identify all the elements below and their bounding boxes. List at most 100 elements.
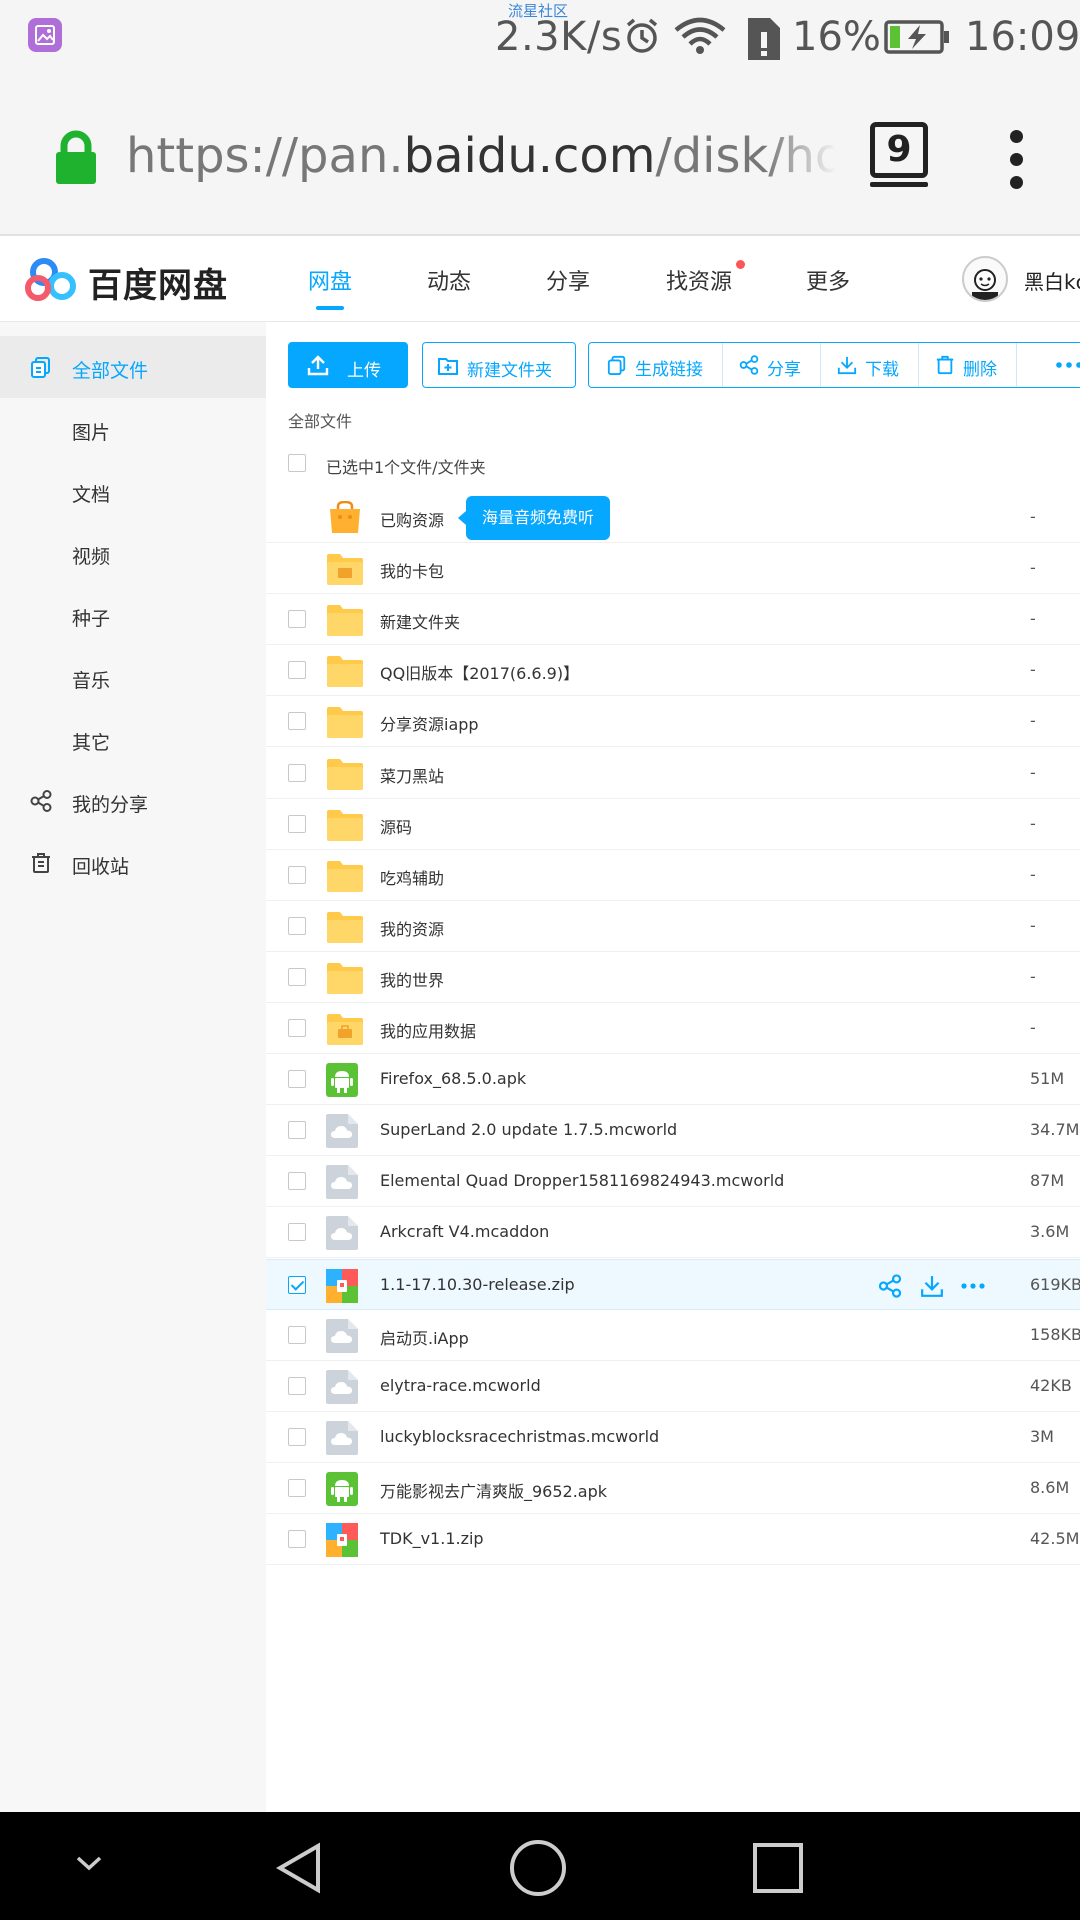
file-name[interactable]: elytra-race.mcworld [380,1376,541,1395]
browser-menu-button[interactable] [1006,130,1026,190]
row-checkbox[interactable] [288,1530,306,1548]
promo-tooltip[interactable]: 海量音频免费听 [457,496,611,540]
delete-button[interactable]: 删除 [919,343,1017,387]
home-icon[interactable] [508,1838,568,1898]
table-row[interactable]: 菜刀黑站 - [266,748,1080,799]
table-row[interactable]: 我的卡包 - [266,543,1080,594]
table-row[interactable]: Firefox_68.5.0.apk 51M [266,1054,1080,1105]
share-icon[interactable] [878,1274,902,1298]
sidebar-item-torrents[interactable]: 种子 [0,584,266,646]
sidebar-item-videos[interactable]: 视频 [0,522,266,584]
file-name[interactable]: Elemental Quad Dropper1581169824943.mcwo… [380,1171,784,1190]
table-row[interactable]: 分享资源iapp - [266,696,1080,747]
username[interactable]: 黑白kc [1024,266,1080,295]
download-button[interactable]: 下载 [821,343,919,387]
table-row[interactable]: 我的应用数据 - [266,1003,1080,1054]
row-checkbox[interactable] [288,1326,306,1344]
tab-switcher-button[interactable]: 9 [870,122,928,187]
row-checkbox[interactable] [288,764,306,782]
file-name[interactable]: 1.1-17.10.30-release.zip [380,1275,575,1294]
sidebar-item-images[interactable]: 图片 [0,398,266,460]
file-name[interactable]: 吃鸡辅助 [380,865,444,889]
file-name[interactable]: 分享资源iapp [380,711,479,735]
table-row[interactable]: TDK_v1.1.zip 42.5M [266,1514,1080,1565]
upload-button[interactable]: 上传 [288,342,408,388]
file-name[interactable]: 我的应用数据 [380,1018,476,1042]
row-checkbox[interactable] [288,1223,306,1241]
table-row[interactable]: 我的资源 - [266,901,1080,952]
chevron-down-icon[interactable] [74,1852,104,1874]
avatar[interactable] [962,256,1008,302]
baidu-netdisk-logo-icon[interactable] [24,256,80,304]
nav-tab-activity[interactable]: 动态 [427,264,471,296]
file-name[interactable]: Arkcraft V4.mcaddon [380,1222,549,1241]
share-button[interactable]: 分享 [723,343,821,387]
table-row[interactable]: Elemental Quad Dropper1581169824943.mcwo… [266,1156,1080,1207]
row-checkbox[interactable] [288,1070,306,1088]
row-checkbox[interactable] [288,1428,306,1446]
sidebar-item-documents[interactable]: 文档 [0,460,266,522]
nav-tab-share[interactable]: 分享 [546,264,590,296]
url-field[interactable]: https://pan.baidu.com/disk/home [126,128,836,188]
file-name[interactable]: Firefox_68.5.0.apk [380,1069,526,1088]
row-checkbox[interactable] [288,1377,306,1395]
sidebar-item-music[interactable]: 音乐 [0,646,266,708]
file-name[interactable]: 源码 [380,814,412,838]
table-row[interactable]: 启动页.iApp 158KB [266,1310,1080,1361]
sidebar-item-recycle-bin[interactable]: 回收站 [0,832,266,894]
file-name[interactable]: 菜刀黑站 [380,763,444,787]
table-row[interactable]: 已购资源 - 海量音频免费听 [266,492,1080,543]
row-checkbox[interactable] [288,1276,306,1294]
file-name[interactable]: 已购资源 [380,507,444,531]
table-row[interactable]: 1.1-17.10.30-release.zip 619KB [266,1259,1080,1310]
file-name[interactable]: 新建文件夹 [380,609,460,633]
table-row[interactable]: 我的世界 - [266,952,1080,1003]
row-checkbox[interactable] [288,661,306,679]
file-size: - [1030,916,1036,935]
table-row[interactable]: elytra-race.mcworld 42KB [266,1361,1080,1412]
row-checkbox[interactable] [288,1172,306,1190]
sidebar-item-other[interactable]: 其它 [0,708,266,770]
row-checkbox[interactable] [288,712,306,730]
row-checkbox[interactable] [288,1121,306,1139]
file-name[interactable]: 我的世界 [380,967,444,991]
row-checkbox[interactable] [288,917,306,935]
row-checkbox[interactable] [288,1479,306,1497]
row-checkbox[interactable] [288,610,306,628]
back-icon[interactable] [272,1840,328,1896]
more-dots-icon[interactable] [960,1274,986,1298]
file-name[interactable]: 我的卡包 [380,558,444,582]
row-checkbox[interactable] [288,1019,306,1037]
selection-actions-group: 生成链接 分享 下载 删除 [588,342,1080,388]
table-row[interactable]: 新建文件夹 - [266,594,1080,645]
file-name[interactable]: SuperLand 2.0 update 1.7.5.mcworld [380,1120,677,1139]
table-row[interactable]: 吃鸡辅助 - [266,850,1080,901]
table-row[interactable]: Arkcraft V4.mcaddon 3.6M [266,1207,1080,1258]
sidebar-item-my-shares[interactable]: 我的分享 [0,770,266,832]
sidebar-item-all-files[interactable]: 全部文件 [0,336,266,398]
nav-tab-netdisk[interactable]: 网盘 [308,264,352,296]
table-row[interactable]: QQ旧版本【2017(6.6.9)】 - [266,645,1080,696]
file-name[interactable]: 启动页.iApp [380,1325,469,1349]
generate-link-button[interactable]: 生成链接 [589,343,723,387]
file-name[interactable]: TDK_v1.1.zip [380,1529,484,1548]
recents-icon[interactable] [752,1842,804,1894]
table-row[interactable]: luckyblocksracechristmas.mcworld 3M [266,1412,1080,1463]
row-checkbox[interactable] [288,815,306,833]
table-row[interactable]: SuperLand 2.0 update 1.7.5.mcworld 34.7M [266,1105,1080,1156]
nav-tab-more[interactable]: 更多 [806,264,850,296]
more-actions-button[interactable] [1017,343,1080,387]
breadcrumb[interactable]: 全部文件 [288,408,352,432]
file-name[interactable]: 我的资源 [380,916,444,940]
file-name[interactable]: luckyblocksracechristmas.mcworld [380,1427,659,1446]
select-all-checkbox[interactable] [288,454,306,472]
row-checkbox[interactable] [288,968,306,986]
new-folder-button[interactable]: 新建文件夹 [422,342,576,388]
file-name[interactable]: QQ旧版本【2017(6.6.9)】 [380,660,579,684]
table-row[interactable]: 万能影视去广清爽版_9652.apk 8.6M [266,1463,1080,1514]
table-row[interactable]: 源码 - [266,799,1080,850]
file-name[interactable]: 万能影视去广清爽版_9652.apk [380,1478,607,1502]
download-icon[interactable] [920,1274,944,1298]
nav-tab-find-resources[interactable]: 找资源 [666,264,732,296]
row-checkbox[interactable] [288,866,306,884]
